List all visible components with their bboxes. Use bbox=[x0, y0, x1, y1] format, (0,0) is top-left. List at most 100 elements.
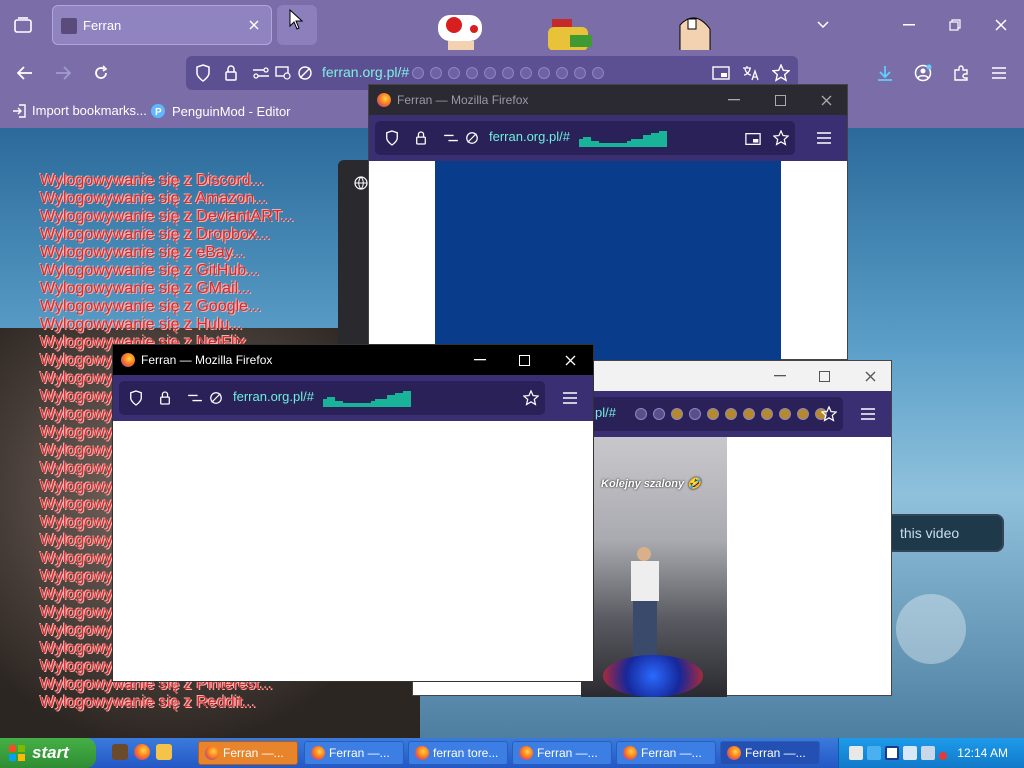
device-icon[interactable] bbox=[903, 746, 917, 760]
maximize-button[interactable] bbox=[767, 89, 793, 111]
firefox-icon bbox=[623, 746, 637, 760]
import-icon bbox=[13, 103, 26, 118]
window-toolbar: ferran.org.pl/# bbox=[369, 115, 847, 161]
taskbar-button[interactable]: Ferran —... bbox=[720, 741, 820, 765]
led-floor bbox=[603, 655, 703, 697]
taskbar-button-label: Ferran —... bbox=[223, 746, 284, 760]
taskbar-button[interactable]: ferran tore... bbox=[408, 741, 508, 765]
window-titlebar[interactable]: Ferran — Mozilla Firefox bbox=[369, 85, 847, 115]
taskbar-button[interactable]: Ferran —... bbox=[512, 741, 612, 765]
translate-icon[interactable] bbox=[742, 64, 760, 82]
tab-list-icon bbox=[14, 17, 32, 33]
new-tab-button[interactable] bbox=[277, 5, 317, 45]
reload-button[interactable] bbox=[86, 58, 116, 88]
maximize-button[interactable] bbox=[511, 349, 537, 371]
close-button[interactable] bbox=[813, 89, 839, 111]
logout-line: Wylogowywanie się z eBay... bbox=[40, 244, 245, 261]
bookmark-star-icon bbox=[821, 406, 837, 422]
hamburger-menu-icon[interactable] bbox=[563, 392, 577, 404]
tracking-protection-icon bbox=[386, 130, 398, 146]
tab-ferran[interactable]: Ferran bbox=[52, 5, 272, 45]
logout-line: Wylogowywanie się z Dropbox... bbox=[40, 226, 271, 243]
picture-in-picture-icon[interactable] bbox=[712, 64, 730, 82]
logout-line: Wylogowywanie się z Amazon... bbox=[40, 190, 268, 207]
network-icon[interactable] bbox=[867, 746, 881, 760]
logout-line: Wylogowywanie się z Reddit... bbox=[40, 694, 256, 711]
firefox-icon bbox=[415, 746, 429, 760]
list-all-tabs-button[interactable] bbox=[808, 10, 838, 40]
account-button[interactable] bbox=[908, 58, 938, 88]
close-window-button[interactable] bbox=[986, 10, 1016, 40]
video-player[interactable]: Kolejny szalony 🤣 bbox=[581, 437, 727, 697]
permissions-icon[interactable] bbox=[252, 64, 270, 82]
account-icon bbox=[914, 64, 932, 82]
firefox-quicklaunch-icon[interactable] bbox=[134, 744, 150, 760]
logout-line: Wylogowywanie się z GitHub... bbox=[40, 262, 260, 279]
minimize-button[interactable] bbox=[467, 349, 493, 371]
start-label: start bbox=[32, 743, 69, 762]
close-button[interactable] bbox=[857, 365, 883, 387]
address-bar[interactable]: ferran.org.pl/# bbox=[375, 121, 795, 155]
autoplay-blocked-icon bbox=[466, 132, 478, 144]
minimize-button[interactable] bbox=[894, 10, 924, 40]
svg-text:P: P bbox=[155, 107, 162, 118]
security-shield-icon[interactable] bbox=[885, 746, 899, 760]
start-button[interactable]: start bbox=[0, 738, 96, 768]
hamburger-menu-icon[interactable] bbox=[861, 408, 875, 420]
firefox-icon bbox=[727, 746, 741, 760]
minimize-button[interactable] bbox=[721, 89, 747, 111]
screen-share-icon[interactable] bbox=[274, 64, 292, 82]
arrow-right-icon bbox=[56, 66, 71, 80]
tab-title: Ferran bbox=[83, 18, 122, 33]
url-emoji-bars bbox=[323, 391, 411, 407]
downloads-button[interactable] bbox=[870, 58, 900, 88]
logout-line: Wylogowywanie się z GMail... bbox=[40, 280, 252, 297]
lock-icon[interactable] bbox=[222, 64, 240, 82]
network-disconnected-icon[interactable] bbox=[921, 746, 935, 760]
back-button[interactable] bbox=[10, 58, 40, 88]
forward-button[interactable] bbox=[48, 58, 78, 88]
minimize-icon bbox=[728, 99, 740, 101]
taskbar-button[interactable]: Ferran —... bbox=[616, 741, 716, 765]
firefox-logo-icon bbox=[121, 353, 135, 367]
app-menu-button[interactable] bbox=[984, 58, 1014, 88]
minimize-button[interactable] bbox=[767, 365, 793, 387]
firefox-icon bbox=[519, 746, 533, 760]
extensions-button[interactable] bbox=[946, 58, 976, 88]
window-2-page-area bbox=[113, 421, 593, 681]
minimize-icon bbox=[774, 375, 786, 377]
winamp-icon[interactable] bbox=[112, 744, 128, 760]
tray-app-icon[interactable] bbox=[849, 746, 863, 760]
logout-line: Wylogowywanie się z Google... bbox=[40, 298, 262, 315]
logout-line: Wylogowywanie się z Hulu... bbox=[40, 316, 243, 333]
tab-close-icon[interactable] bbox=[245, 16, 263, 34]
restore-button[interactable] bbox=[940, 10, 970, 40]
penguinmod-icon: P bbox=[151, 104, 165, 118]
tracking-protection-icon[interactable] bbox=[194, 64, 212, 82]
autoplay-blocked-icon bbox=[210, 392, 222, 404]
autoplay-blocked-icon[interactable] bbox=[296, 64, 314, 82]
close-icon bbox=[821, 95, 831, 105]
taskbar-button-label: Ferran —... bbox=[641, 746, 702, 760]
taskbar: start Ferran —... Ferran —... ferran tor… bbox=[0, 738, 1024, 768]
bookmark-penguinmod[interactable]: P PenguinMod - Editor bbox=[150, 103, 291, 119]
maximize-button[interactable] bbox=[811, 365, 837, 387]
close-button[interactable] bbox=[557, 349, 583, 371]
maximize-icon bbox=[818, 370, 830, 382]
close-icon bbox=[865, 371, 875, 381]
bookmark-star-icon[interactable] bbox=[772, 64, 790, 82]
clock[interactable]: 12:14 AM bbox=[957, 746, 1008, 760]
restore-icon bbox=[949, 19, 961, 31]
firefox-logo-icon bbox=[377, 93, 391, 107]
taskbar-button[interactable]: Ferran —... bbox=[304, 741, 404, 765]
bookmark-import[interactable]: Import bookmarks... bbox=[12, 103, 147, 118]
tab-list-button[interactable] bbox=[10, 12, 36, 38]
hamburger-menu-icon[interactable] bbox=[817, 132, 831, 144]
folder-icon[interactable] bbox=[156, 744, 172, 760]
watermark-logo-icon bbox=[896, 594, 966, 664]
firefox-icon bbox=[311, 746, 325, 760]
quick-launch bbox=[112, 744, 172, 760]
taskbar-button[interactable]: Ferran —... bbox=[198, 741, 298, 765]
window-titlebar[interactable]: Ferran — Mozilla Firefox bbox=[113, 345, 593, 375]
address-bar[interactable]: ferran.org.pl/# bbox=[119, 381, 545, 415]
